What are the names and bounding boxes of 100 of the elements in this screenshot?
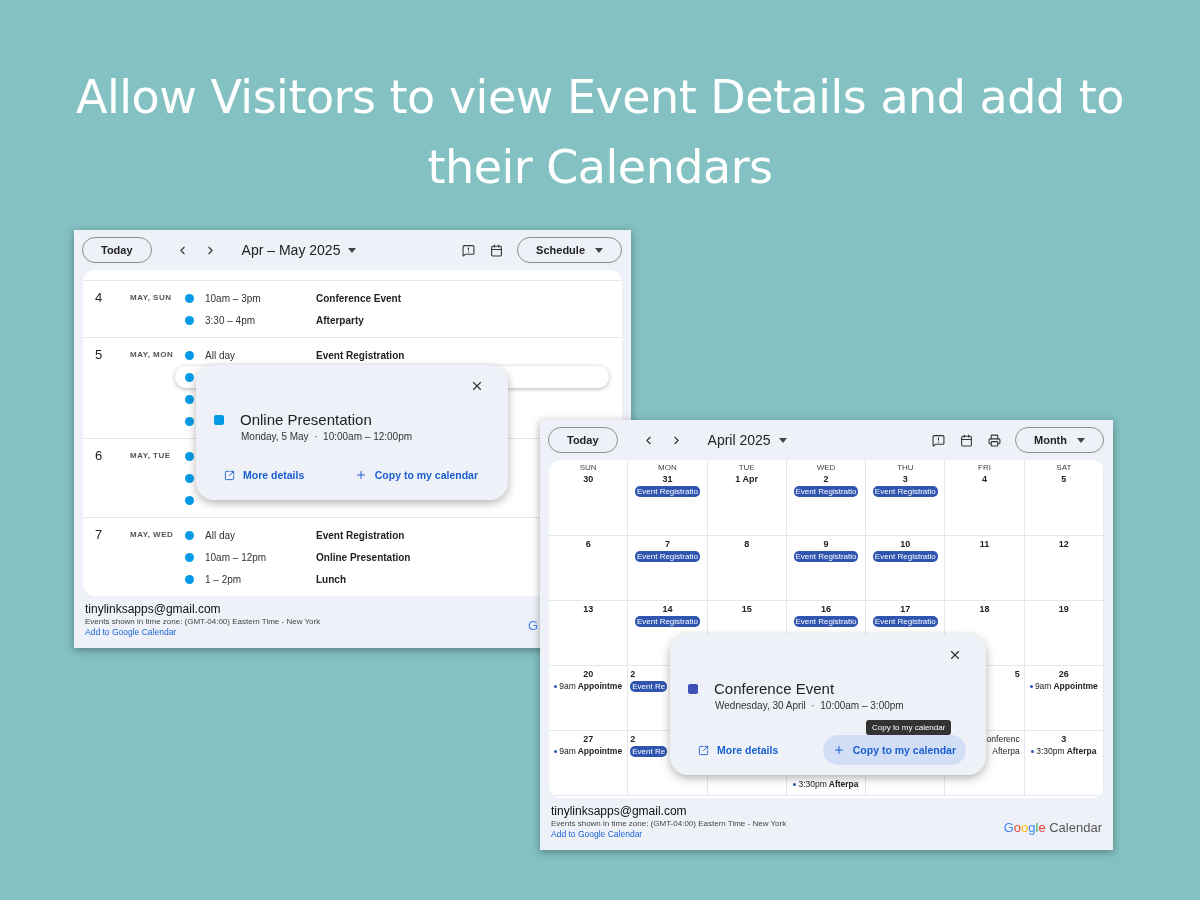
day-number: 9 (823, 539, 829, 549)
day-label: MAY, WED (130, 529, 175, 541)
event-chip[interactable]: Event Registratio (793, 551, 859, 562)
event-item[interactable]: 9am Appointme (1029, 681, 1098, 691)
day-cell[interactable]: 20 9am Appointme (549, 666, 629, 731)
day-number: 5 (95, 346, 104, 364)
day-label: MAY, SUN (130, 292, 173, 304)
day-number: 17 (900, 604, 911, 614)
day-cell[interactable]: 6 (549, 536, 629, 601)
event-chip[interactable]: Event Registratio (872, 486, 938, 497)
day-label: MAY, TUE (130, 450, 172, 462)
account-email: tinylinksapps@gmail.com (85, 602, 222, 616)
day-cell[interactable]: 19 (1024, 601, 1104, 666)
event-chip[interactable]: Event Re (630, 746, 668, 757)
day-cell[interactable]: TUE 1 Apr (707, 460, 787, 536)
day-number: 18 (979, 604, 990, 614)
day-number: 2 (823, 474, 829, 484)
day-cell[interactable]: 7 Event Registratio (628, 536, 708, 601)
event-title[interactable]: Conference Event (316, 292, 402, 304)
day-cell[interactable]: WED 2 Event Registratio (786, 460, 867, 536)
day-cell[interactable]: 13 (549, 601, 629, 666)
day-number: 6 (95, 447, 104, 465)
day-number: 16 (821, 604, 831, 614)
event-title: Conference Event (714, 680, 835, 697)
weekday-label: MON (658, 463, 677, 472)
weekday-label: SAT (1056, 463, 1072, 472)
day-cell[interactable]: 9 Event Registratio (786, 536, 867, 601)
add-to-calendar-link[interactable]: Add to Google Calendar (85, 627, 321, 637)
day-cell[interactable]: SAT 5 (1024, 460, 1104, 536)
day-number: 3 (1061, 734, 1067, 744)
event-title[interactable]: Lunch (316, 573, 346, 585)
day-number: 15 (741, 604, 752, 614)
day-cell[interactable]: MON 31 Event Registratio (628, 460, 708, 536)
day-cell[interactable]: 27 9am Appointme (549, 731, 629, 796)
event-chip[interactable]: Event Registratio (634, 486, 700, 497)
timezone-note: Events shown in time zone: (GMT-04:00) Eastern Time - New York (85, 617, 321, 626)
day-number: 7 (95, 526, 104, 544)
event-chip[interactable]: Event Re (630, 681, 668, 692)
day-number: 2 (630, 669, 636, 679)
day-cell[interactable]: 12 (1024, 536, 1104, 601)
day-number: 27 (583, 734, 594, 744)
day-number: 8 (744, 539, 750, 549)
weekday-label: FRI (978, 463, 991, 472)
event-title[interactable]: Event Registration (316, 529, 405, 541)
day-cell[interactable]: SUN 30 (549, 460, 629, 536)
day-number: 11 (979, 539, 990, 549)
event-item[interactable]: 9am Appointme (554, 681, 623, 691)
event-time: 1 – 2pm (205, 573, 243, 585)
event-time: 3:30 – 4pm (205, 314, 257, 326)
date-range-dropdown[interactable]: Apr – May 2025 (235, 241, 363, 259)
event-chip[interactable]: Event Registratio (634, 616, 700, 627)
event-title[interactable]: Event Registration (316, 349, 405, 361)
add-to-calendar-link[interactable]: Add to Google Calendar (551, 829, 787, 839)
event-chip[interactable]: Event Registratio (793, 486, 859, 497)
event-date: Wednesday, 30 April · 10:00am – 3:00pm (715, 700, 905, 711)
more-details-link[interactable]: More details (214, 460, 315, 490)
date-range-dropdown[interactable]: April 2025 (701, 431, 793, 449)
weekday-label: TUE (738, 463, 755, 472)
headline: Allow Visitors to view Event Details and add to their Calendars (75, 69, 1125, 196)
event-item[interactable]: 3:30pm Afterpa (1031, 746, 1097, 756)
event-chip[interactable]: Event Registratio (793, 616, 859, 627)
day-cell[interactable]: 3 3:30pm Afterpa (1024, 731, 1104, 796)
day-cell[interactable]: FRI 4 (945, 460, 1025, 536)
day-number: 26 (1058, 669, 1069, 679)
day-number: 31 (662, 474, 673, 484)
copy-to-calendar-button[interactable]: Copy to my calendar (344, 460, 488, 490)
event-title[interactable]: Afterparty (316, 314, 364, 326)
day-number: 19 (1058, 604, 1069, 614)
event-time: All day (205, 349, 236, 361)
day-number: 30 (583, 474, 594, 484)
day-number: 20 (583, 669, 594, 679)
event-item[interactable]: Afterpa (992, 746, 1020, 756)
day-number: 6 (585, 539, 591, 549)
event-item[interactable]: 9am Appointme (554, 746, 623, 756)
event-chip[interactable]: Event Registratio (872, 616, 938, 627)
event-time: All day (205, 529, 236, 541)
event-time: 10am – 3pm (205, 292, 262, 304)
day-cell[interactable]: 10 Event Registratio (866, 536, 946, 601)
event-item[interactable]: 3:30pm Afterpa (793, 779, 859, 789)
weekday-label: THU (897, 463, 914, 472)
event-chip[interactable]: Event Registratio (634, 551, 700, 562)
day-number: 1 Apr (735, 474, 759, 484)
day-cell[interactable]: 26 9am Appointme (1024, 666, 1104, 731)
day-number: 4 (982, 474, 988, 484)
event-time: 10am – 12pm (205, 551, 268, 563)
day-number: 12 (1058, 539, 1069, 549)
event-chip[interactable]: Event Registratio (872, 551, 938, 562)
copy-to-calendar-button[interactable]: Copy to my calendar (822, 735, 966, 765)
day-number: 2 (630, 734, 636, 744)
event-item[interactable]: onferenc (986, 734, 1020, 744)
day-number: 3 (902, 474, 908, 484)
event-title[interactable]: Online Presentation (316, 551, 411, 563)
day-number: 5 (1061, 474, 1067, 484)
day-cell[interactable]: 11 (945, 536, 1025, 601)
day-number: 4 (95, 289, 104, 307)
timezone-note: Events shown in time zone: (GMT-04:00) Eastern Time - New York (551, 819, 787, 828)
day-cell[interactable]: THU 3 Event Registratio (866, 460, 946, 536)
event-title: Online Presentation (240, 411, 372, 428)
day-cell[interactable]: 8 (707, 536, 787, 601)
weekday-label: WED (816, 463, 836, 472)
